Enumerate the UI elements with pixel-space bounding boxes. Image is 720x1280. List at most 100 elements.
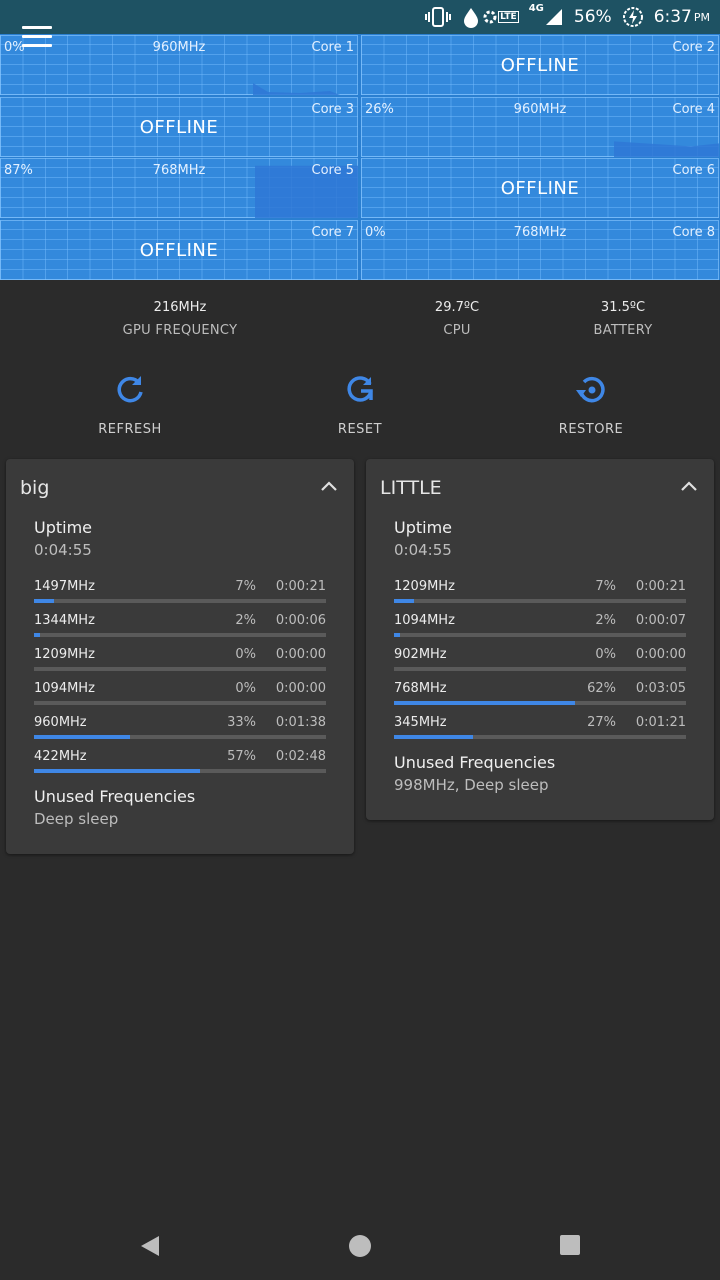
lte-label: LTE <box>498 11 519 23</box>
restore-button[interactable]: RESTORE <box>521 372 661 437</box>
frequency-time: 0:00:00 <box>275 681 326 696</box>
refresh-button[interactable]: REFRESH <box>60 372 200 437</box>
frequency-progress-track <box>34 769 326 773</box>
frequency-time: 0:03:05 <box>635 681 686 696</box>
recents-icon[interactable] <box>559 1234 581 1256</box>
stats-row: 216MHz GPU FREQUENCY 29.7ºC CPU 31.5ºC B… <box>0 300 720 350</box>
frequency-time: 0:01:21 <box>635 715 686 730</box>
frequency-percent: 57% <box>227 749 256 764</box>
unused-frequencies-value: 998MHz, Deep sleep <box>394 776 549 794</box>
core-offline-label: OFFLINE <box>139 116 219 138</box>
cpu-temp-stat: 29.7ºC CPU <box>397 300 517 338</box>
core-offline-label: OFFLINE <box>500 55 580 76</box>
uptime-label: Uptime <box>394 518 453 537</box>
frequency-percent: 62% <box>587 681 616 696</box>
frequency-percent: 0% <box>595 647 616 662</box>
frequency-state-row: 960MHz 33% 0:01:38 <box>34 715 326 749</box>
frequency-label: 345MHz <box>394 715 447 730</box>
uptime-label: Uptime <box>34 518 93 537</box>
uptime-value: 0:04:55 <box>394 541 452 559</box>
frequency-state-row: 902MHz 0% 0:00:00 <box>394 647 686 681</box>
core-graph-2: Core 2 OFFLINE <box>361 35 719 95</box>
frequency-label: 1094MHz <box>34 681 95 696</box>
gpu-frequency-value: 216MHz <box>153 300 207 315</box>
cpu-temp-label: CPU <box>443 323 471 338</box>
battery-percent: 56% <box>573 7 612 27</box>
core-graph-5: 87% 768MHz Core 5 <box>0 158 358 218</box>
frequency-label: 768MHz <box>394 681 447 696</box>
frequency-progress-track <box>394 633 686 637</box>
frequency-percent: 0% <box>235 647 256 662</box>
frequency-label: 1209MHz <box>34 647 95 662</box>
network-type-label: 4G <box>528 3 544 14</box>
core-offline-label: OFFLINE <box>139 239 219 261</box>
core-frequency: 960MHz <box>513 101 567 117</box>
frequency-state-row: 1497MHz 7% 0:00:21 <box>34 579 326 613</box>
battery-temp-value: 31.5ºC <box>600 300 646 315</box>
cpu-temp-value: 29.7ºC <box>434 300 480 315</box>
cluster-card-little: LITTLE Uptime 0:04:55 1209MHz 7% 0:00:21 10… <box>366 459 714 820</box>
clock-ampm: PM <box>693 10 710 24</box>
core-graph-1: 0% 960MHz Core 1 <box>0 35 358 95</box>
core-label: Core 5 <box>311 163 355 178</box>
reset-label: RESET <box>337 422 383 437</box>
frequency-state-row: 768MHz 62% 0:03:05 <box>394 681 686 715</box>
frequency-time: 0:01:38 <box>275 715 326 730</box>
unused-frequencies-label: Unused Frequencies <box>34 787 196 806</box>
frequency-progress-bar <box>394 701 576 705</box>
restore-icon <box>576 376 605 403</box>
frequency-progress-track <box>34 599 326 603</box>
frequency-progress-bar <box>394 735 473 739</box>
navigation-bar <box>0 1210 720 1280</box>
frequency-progress-bar <box>34 633 40 637</box>
chevron-up-icon[interactable] <box>680 479 698 493</box>
core-offline-label: OFFLINE <box>500 178 580 199</box>
frequency-percent: 2% <box>235 613 256 628</box>
core-label: Core 3 <box>311 101 355 117</box>
core-label: Core 2 <box>672 40 716 55</box>
frequency-time: 0:00:07 <box>635 613 686 628</box>
battery-temp-label: BATTERY <box>593 323 653 338</box>
chevron-up-icon[interactable] <box>320 479 338 493</box>
core-graph-8: 0% 768MHz Core 8 <box>361 219 719 280</box>
frequency-progress-bar <box>394 599 415 603</box>
core-graph-6: Core 6 OFFLINE <box>361 158 719 218</box>
frequency-state-row: 1209MHz 0% 0:00:00 <box>34 647 326 681</box>
home-icon[interactable] <box>348 1234 372 1258</box>
frequency-progress-track <box>394 735 686 739</box>
menu-icon[interactable] <box>22 26 52 48</box>
frequency-time: 0:00:06 <box>275 613 326 628</box>
frequency-state-row: 1209MHz 7% 0:00:21 <box>394 579 686 613</box>
frequency-progress-track <box>394 701 686 705</box>
frequency-time: 0:02:48 <box>275 749 326 764</box>
vibrate-icon <box>425 6 452 28</box>
frequency-label: 1094MHz <box>394 613 455 628</box>
signal-icon: 4G <box>529 3 564 27</box>
unused-frequencies-value: Deep sleep <box>34 810 119 828</box>
core-label: Core 6 <box>672 163 716 178</box>
back-icon[interactable] <box>140 1234 160 1258</box>
core-graph-4: 26% 960MHz Core 4 <box>361 96 719 157</box>
frequency-progress-track <box>394 667 686 671</box>
refresh-label: REFRESH <box>98 422 162 437</box>
frequency-state-row: 1094MHz 0% 0:00:00 <box>34 681 326 715</box>
frequency-state-row: 422MHz 57% 0:02:48 <box>34 749 326 783</box>
frequency-progress-track <box>34 735 326 739</box>
frequency-percent: 27% <box>587 715 616 730</box>
frequency-percent: 7% <box>595 579 616 594</box>
frequency-percent: 7% <box>235 579 256 594</box>
frequency-label: 1209MHz <box>394 579 455 594</box>
volte-icon: LTE <box>483 10 519 24</box>
clock: 6:37 PM <box>654 7 710 27</box>
frequency-progress-track <box>34 667 326 671</box>
core-graph-3: Core 3 OFFLINE <box>0 96 358 157</box>
frequency-percent: 0% <box>235 681 256 696</box>
cluster-title: LITTLE <box>380 477 442 499</box>
cpu-core-graphs: 0% 960MHz Core 1 Core 2 OFFLINE Core 3 OFFLINE… <box>0 34 720 280</box>
frequency-label: 1497MHz <box>34 579 95 594</box>
restore-label: RESTORE <box>558 422 624 437</box>
reset-button[interactable]: RESET <box>290 372 430 437</box>
frequency-state-row: 1094MHz 2% 0:00:07 <box>394 613 686 647</box>
gpu-frequency-label: GPU FREQUENCY <box>122 323 238 338</box>
frequency-progress-bar <box>34 599 55 603</box>
